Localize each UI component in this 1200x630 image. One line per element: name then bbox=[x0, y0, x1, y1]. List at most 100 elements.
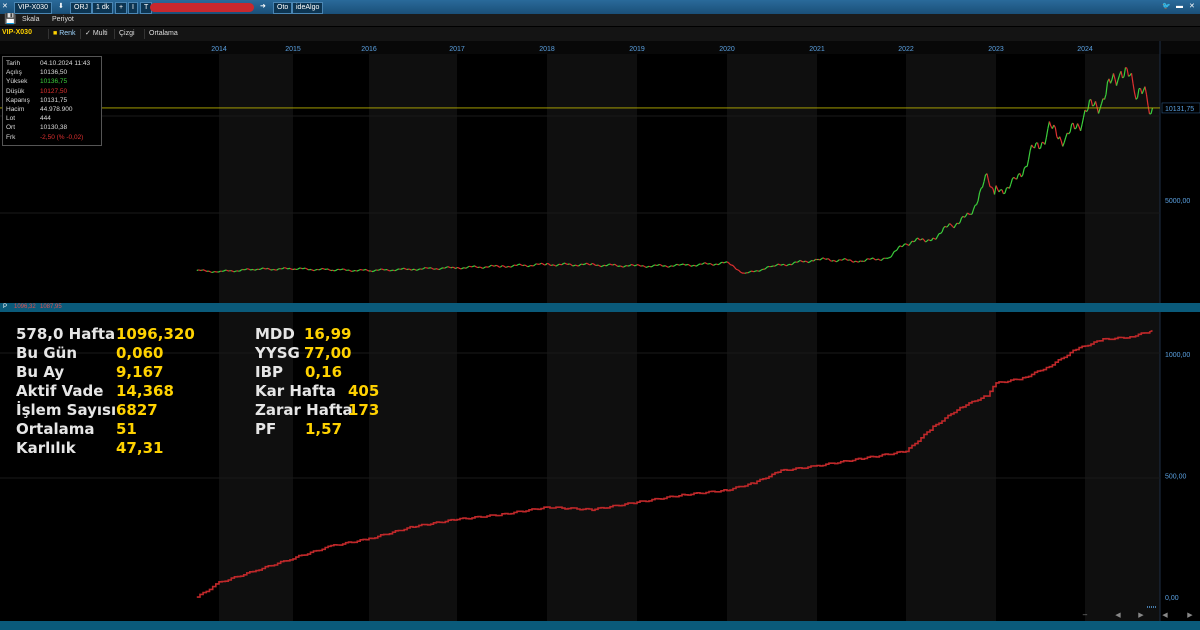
price-segment bbox=[555, 264, 558, 267]
price-segment bbox=[1010, 178, 1013, 185]
price-segment bbox=[245, 268, 248, 271]
price-segment bbox=[557, 263, 560, 266]
price-segment bbox=[491, 264, 494, 267]
price-segment bbox=[638, 264, 641, 267]
info-value: 04.10.2024 11:43 bbox=[40, 60, 91, 67]
price-segment bbox=[218, 270, 221, 273]
price-segment bbox=[327, 268, 330, 271]
price-segment bbox=[881, 257, 885, 261]
info-label: Lot bbox=[6, 115, 16, 123]
stat-label: YYSG bbox=[255, 344, 300, 362]
price-segment bbox=[717, 263, 720, 266]
price-segment bbox=[542, 263, 545, 266]
price-segment bbox=[209, 271, 212, 273]
price-segment bbox=[674, 264, 677, 267]
info-value: 44.978.900 bbox=[40, 106, 73, 113]
price-segment bbox=[1004, 188, 1007, 194]
price-segment bbox=[744, 272, 747, 274]
stat-label: PF bbox=[255, 420, 277, 438]
price-segment bbox=[889, 256, 892, 259]
price-segment bbox=[887, 256, 890, 259]
price-segment bbox=[876, 258, 879, 261]
x-tick-label: 2024 bbox=[1077, 46, 1093, 53]
stat-label: IBP bbox=[255, 363, 284, 381]
scroll-control-icon: ◀ bbox=[1115, 611, 1121, 619]
price-segment bbox=[480, 266, 483, 269]
price-segment bbox=[226, 269, 229, 272]
price-segment bbox=[263, 267, 266, 270]
price-segment bbox=[925, 240, 928, 243]
stat-label: MDD bbox=[255, 325, 295, 343]
price-segment bbox=[600, 265, 603, 268]
price-segment bbox=[421, 267, 424, 270]
ohlc-info-box: Tarih 04.10.2024 11:43 Açılış 10136,50 Yükse… bbox=[2, 56, 102, 146]
price-segment bbox=[753, 270, 756, 273]
price-segment bbox=[390, 269, 392, 272]
price-segment bbox=[370, 270, 373, 273]
x-axis-strip bbox=[0, 41, 1200, 54]
price-segment bbox=[304, 267, 307, 270]
stat-label: Zarar Hafta bbox=[255, 401, 353, 419]
price-segment bbox=[683, 263, 686, 266]
price-segment bbox=[1054, 127, 1058, 137]
stat-value: 0,060 bbox=[116, 344, 164, 362]
y-tick-label: 1000,00 bbox=[1165, 352, 1190, 359]
price-segment bbox=[423, 267, 426, 270]
price-segment bbox=[890, 253, 894, 258]
price-segment bbox=[474, 265, 477, 268]
price-segment bbox=[403, 267, 406, 270]
year-band bbox=[369, 41, 457, 303]
price-segment bbox=[524, 264, 527, 267]
price-segment bbox=[693, 264, 696, 267]
price-segment bbox=[749, 270, 752, 273]
price-segment bbox=[1065, 132, 1068, 138]
info-value: 10127,50 bbox=[40, 87, 68, 95]
price-segment bbox=[828, 258, 831, 262]
price-segment bbox=[208, 270, 211, 273]
price-segment bbox=[756, 270, 759, 272]
bottom-scroll-strip[interactable] bbox=[0, 621, 1200, 630]
price-segment bbox=[880, 259, 883, 262]
price-segment bbox=[285, 267, 288, 270]
price-segment bbox=[255, 268, 258, 271]
price-segment bbox=[696, 264, 699, 267]
price-segment bbox=[289, 267, 292, 270]
price-segment bbox=[1125, 66, 1128, 69]
price-segment bbox=[1045, 128, 1049, 138]
price-segment bbox=[497, 265, 500, 268]
price-segment bbox=[414, 268, 417, 271]
price-segment bbox=[471, 265, 474, 268]
price-segment bbox=[677, 263, 680, 266]
year-band bbox=[906, 41, 996, 303]
price-segment bbox=[893, 250, 896, 253]
price-segment bbox=[896, 246, 900, 251]
price-segment bbox=[723, 261, 726, 264]
price-segment bbox=[735, 268, 738, 271]
price-segment bbox=[705, 262, 708, 265]
info-value: 444 bbox=[40, 115, 51, 123]
price-segment bbox=[825, 258, 828, 260]
stat-value: 6827 bbox=[116, 401, 158, 419]
price-segment bbox=[995, 185, 999, 190]
price-segment bbox=[1059, 136, 1062, 142]
price-segment bbox=[1013, 176, 1016, 180]
price-segment bbox=[647, 265, 650, 268]
price-segment bbox=[551, 264, 554, 266]
price-segment bbox=[837, 259, 840, 262]
price-segment bbox=[575, 264, 578, 267]
chart-canvas[interactable]: 2014 2015 2016 2017 2018 2019 2020 2021 2022 2023… bbox=[0, 0, 1200, 630]
price-segment bbox=[361, 269, 364, 271]
year-band bbox=[369, 312, 457, 621]
scroll-control-icon: ▶ bbox=[1138, 611, 1144, 619]
year-band bbox=[1085, 41, 1160, 303]
price-segment bbox=[895, 249, 898, 252]
price-segment bbox=[329, 269, 332, 272]
price-segment bbox=[341, 268, 344, 271]
info-label: Açılış bbox=[6, 69, 22, 77]
info-value: 10131,75 bbox=[40, 96, 68, 104]
price-segment bbox=[292, 268, 295, 271]
price-segment bbox=[831, 259, 834, 262]
y-tick-label: 0,00 bbox=[1165, 595, 1179, 602]
price-segment bbox=[417, 268, 420, 271]
price-segment bbox=[437, 268, 440, 271]
